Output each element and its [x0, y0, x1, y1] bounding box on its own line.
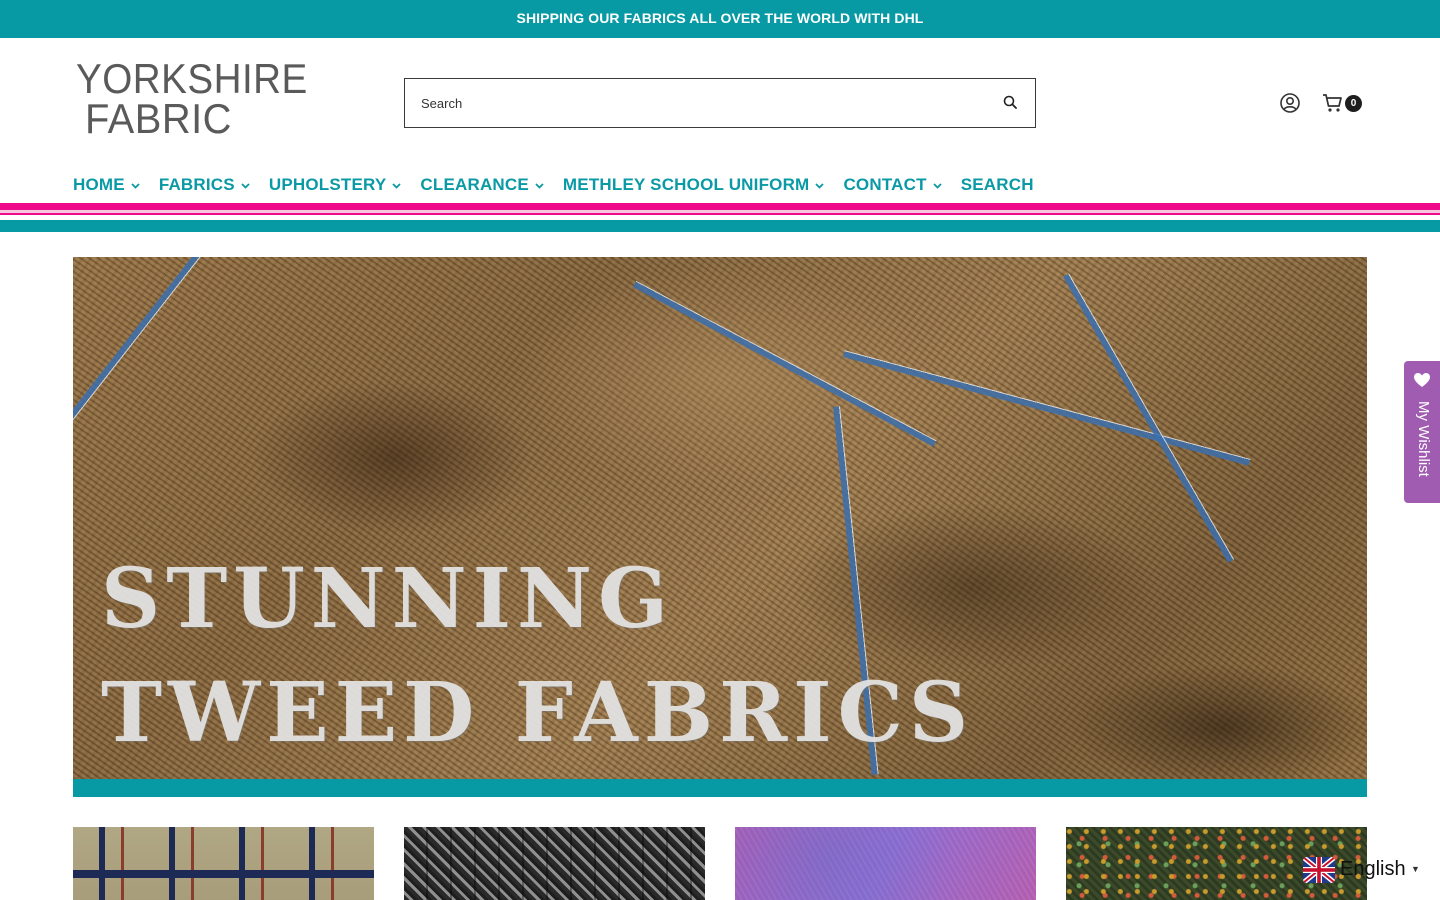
tile-grey-herringbone-tweed[interactable] — [404, 827, 705, 900]
language-label: English — [1340, 858, 1406, 880]
nav-item-label: CONTACT — [843, 175, 927, 194]
hero-title-line-2: TWEED FABRICS — [101, 665, 975, 761]
chevron-down-icon — [392, 182, 402, 189]
decorative-stripe-teal — [0, 220, 1440, 232]
caret-down-icon: ▼ — [1411, 864, 1420, 874]
tile-navy-check-tweed[interactable] — [73, 827, 374, 900]
logo-line-1: YORKSHIRE — [76, 55, 308, 102]
hero-banner[interactable]: STUNNING TWEED FABRICS — [73, 257, 1367, 797]
search-box — [404, 78, 1036, 128]
chevron-down-icon — [131, 182, 140, 189]
nav-item-label: HOME — [73, 175, 125, 194]
tile-purple-tweed[interactable] — [735, 827, 1036, 900]
nav-item-methley-school-uniform[interactable]: METHLEY SCHOOL UNIFORM — [563, 172, 826, 198]
chevron-down-icon — [535, 182, 544, 189]
account-icon[interactable] — [1278, 91, 1302, 115]
nav-item-label: CLEARANCE — [420, 175, 529, 194]
nav-item-label: FABRICS — [158, 175, 235, 194]
language-selector[interactable]: English ▼ — [1303, 856, 1433, 886]
chevron-down-icon — [815, 182, 825, 189]
decorative-stripe-light — [0, 210, 1440, 213]
decorative-stripe-pink — [0, 203, 1440, 215]
hero-title-line-1: STUNNING — [101, 551, 674, 647]
nav-item-upholstery[interactable]: UPHOLSTERY — [269, 172, 403, 198]
announcement-bar: SHIPPING OUR FABRICS ALL OVER THE WORLD … — [0, 0, 1440, 38]
cart-count-badge: 0 — [1345, 95, 1362, 112]
search-icon[interactable] — [1001, 93, 1021, 113]
nav-item-home[interactable]: HOME — [73, 172, 141, 198]
nav-item-clearance[interactable]: CLEARANCE — [420, 172, 545, 198]
wishlist-label: My Wishlist — [1415, 401, 1432, 477]
hero-title: STUNNING TWEED FABRICS — [101, 542, 974, 770]
nav-item-fabrics[interactable]: FABRICS — [159, 172, 251, 198]
chevron-down-icon — [933, 182, 942, 189]
collection-tiles — [73, 827, 1367, 900]
main-navigation: HOME FABRICS UPHOLSTERY CLEARANCE METHLE… — [73, 172, 1052, 198]
nav-item-label: SEARCH — [960, 175, 1034, 194]
heart-icon — [1414, 373, 1430, 387]
search-input[interactable] — [421, 91, 981, 115]
logo-line-2: FABRIC — [85, 95, 232, 142]
chevron-down-icon — [241, 182, 250, 189]
wishlist-tab[interactable]: My Wishlist — [1404, 361, 1440, 503]
hero-bottom-band — [73, 779, 1367, 797]
nav-item-contact[interactable]: CONTACT — [843, 172, 942, 198]
site-logo[interactable]: YORKSHIRE FABRIC — [76, 58, 326, 142]
nav-item-label: METHLEY SCHOOL UNIFORM — [562, 175, 810, 194]
uk-flag-icon — [1303, 857, 1335, 883]
nav-item-search[interactable]: SEARCH — [961, 172, 1034, 198]
cart-icon[interactable] — [1320, 90, 1346, 116]
nav-item-label: UPHOLSTERY — [268, 175, 387, 194]
